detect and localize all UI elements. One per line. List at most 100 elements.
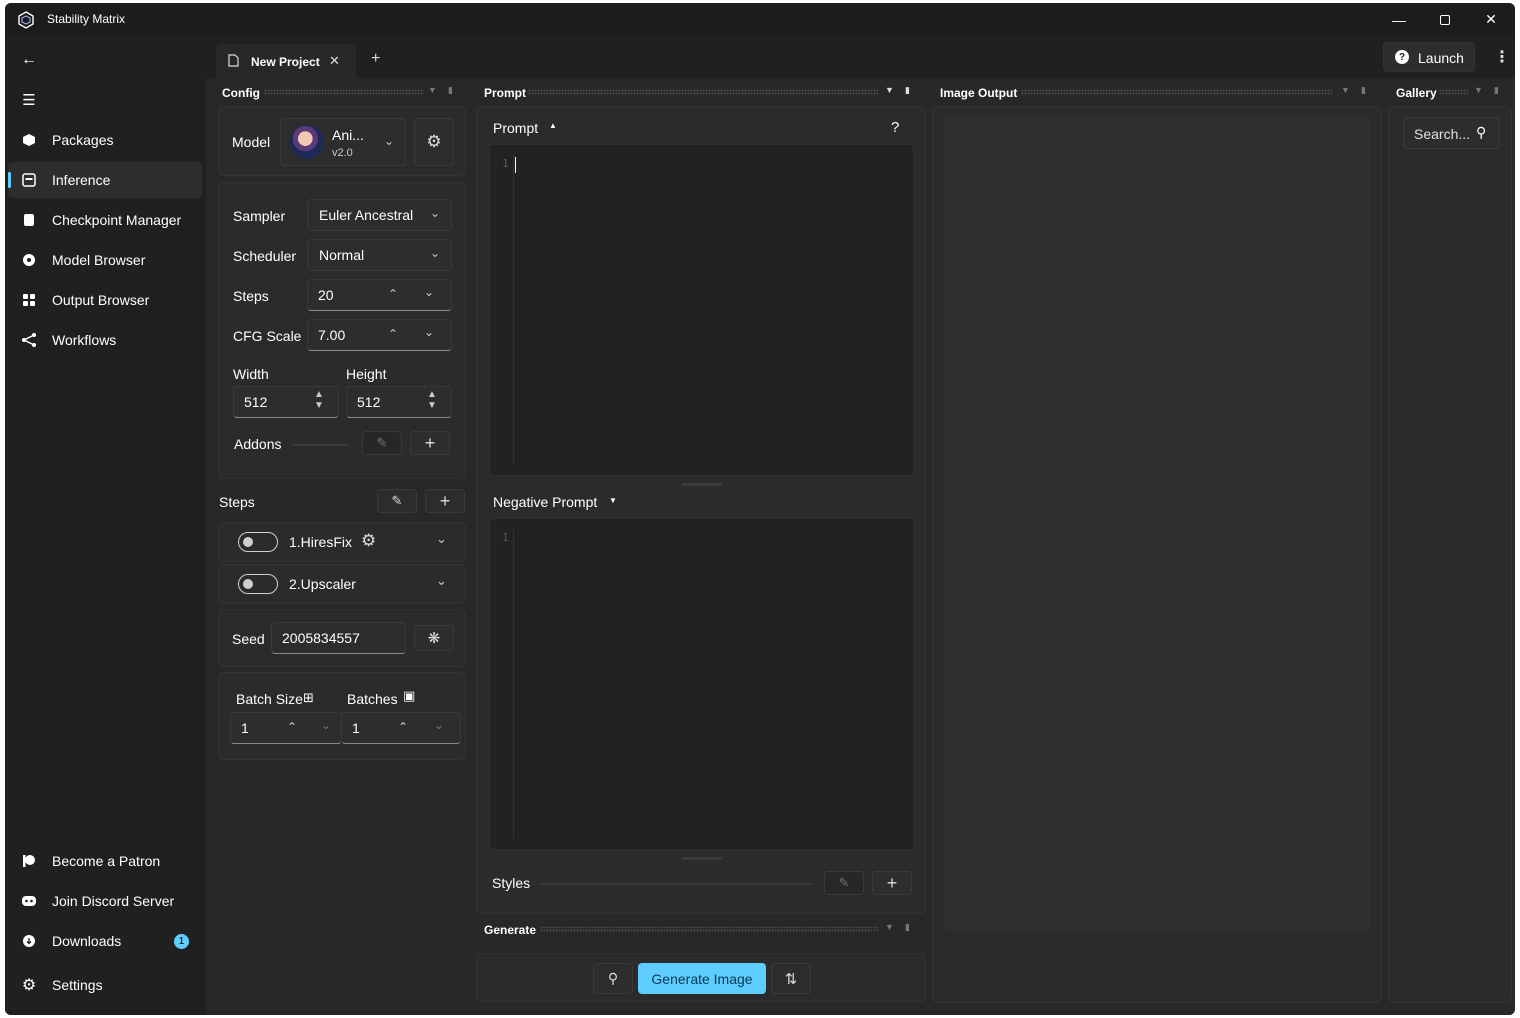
- gear-icon[interactable]: ⚙: [361, 531, 376, 551]
- config-pane-grip[interactable]: [264, 89, 424, 95]
- steps-input[interactable]: 20 ⌃ ⌄: [307, 279, 452, 311]
- width-input[interactable]: 512 ▲ ▼: [233, 386, 339, 418]
- prompt-resize-handle[interactable]: [682, 483, 722, 486]
- generate-image-button[interactable]: Generate Image: [638, 963, 766, 994]
- repeat-icon: ⇅: [784, 970, 798, 988]
- seed-input[interactable]: 2005834557: [271, 622, 406, 654]
- add-tab-button[interactable]: +: [371, 50, 380, 68]
- sidebar-item-label: Settings: [52, 977, 103, 993]
- image-output-pin-icon[interactable]: ▮: [1361, 85, 1366, 96]
- height-value: 512: [357, 394, 381, 410]
- sidebar-item-label: Checkpoint Manager: [52, 212, 182, 228]
- prompt-pane-grip[interactable]: [528, 89, 878, 95]
- prompt-pane-pin-icon[interactable]: ▮: [905, 85, 910, 96]
- gallery-pane-grip[interactable]: [1439, 89, 1469, 95]
- edit-styles-button[interactable]: ✎: [824, 871, 864, 895]
- batch-size-input[interactable]: 1 ⌃ ⌄: [230, 712, 342, 744]
- sidebar-item-settings[interactable]: ⚙ Settings: [8, 967, 202, 1003]
- generate-pane-dropdown-icon[interactable]: ▼: [885, 922, 894, 932]
- batch-size-label: Batch Size: [236, 691, 303, 707]
- add-addon-button[interactable]: +: [410, 431, 450, 455]
- sidebar-item-model-browser[interactable]: Model Browser: [8, 242, 202, 278]
- upscaler-toggle[interactable]: [238, 574, 278, 594]
- edit-steps-button[interactable]: ✎: [377, 489, 417, 513]
- sidebar-item-output-browser[interactable]: Output Browser: [8, 282, 202, 318]
- close-window-button[interactable]: ✕: [1468, 3, 1514, 36]
- increment-icon[interactable]: ⌃: [388, 327, 398, 341]
- scheduler-select[interactable]: Normal ⌄: [307, 239, 452, 271]
- close-tab-icon[interactable]: ✕: [329, 53, 340, 69]
- generate-pane-pin-icon[interactable]: ▮: [905, 922, 910, 933]
- negative-prompt-editor[interactable]: 1: [489, 518, 914, 850]
- decrement-icon[interactable]: ⌄: [321, 718, 331, 732]
- minimize-button[interactable]: —: [1376, 3, 1422, 36]
- model-select[interactable]: Ani... v2.0 ⌄: [280, 118, 406, 166]
- gallery-search-input[interactable]: Search... ⚲: [1403, 117, 1500, 149]
- editor-gutter: [513, 155, 514, 465]
- gear-icon: ⚙: [426, 132, 442, 151]
- sidebar-item-downloads[interactable]: Downloads 1: [8, 923, 202, 959]
- prompt-editor[interactable]: 1: [489, 144, 914, 476]
- model-name: Ani...: [332, 127, 364, 143]
- seed-card: Seed 2005834557 ❋: [218, 609, 466, 667]
- add-step-button[interactable]: +: [425, 489, 465, 513]
- config-pane-pin-icon[interactable]: ▮: [448, 85, 453, 96]
- sidebar-item-patron[interactable]: Become a Patron: [8, 843, 202, 879]
- random-seed-button[interactable]: ❋: [414, 625, 454, 651]
- repeat-generate-button[interactable]: ⇅: [771, 963, 811, 994]
- seed-value: 2005834557: [282, 630, 360, 646]
- maximize-button[interactable]: [1422, 3, 1468, 36]
- sidebar-item-label: Downloads: [52, 933, 122, 949]
- sidebar-item-workflows[interactable]: Workflows: [8, 322, 202, 358]
- increment-icon[interactable]: ⌃: [388, 287, 398, 301]
- cfg-scale-input[interactable]: 7.00 ⌃ ⌄: [307, 319, 452, 351]
- image-output-dropdown-icon[interactable]: ▼: [1341, 85, 1350, 95]
- download-icon: [21, 933, 37, 949]
- caret-down-icon[interactable]: ▼: [609, 496, 617, 505]
- search-icon: ⚲: [1476, 124, 1487, 140]
- sidebar-item-checkpoint-manager[interactable]: Checkpoint Manager: [8, 202, 202, 238]
- decrement-icon[interactable]: ⌄: [424, 285, 434, 299]
- height-input[interactable]: 512 ▲ ▼: [346, 386, 452, 418]
- package-icon: [21, 132, 37, 148]
- increment-icon[interactable]: ⌃: [398, 720, 408, 734]
- decrement-icon[interactable]: ⌄: [434, 718, 444, 732]
- zoom-button[interactable]: ⚲: [593, 963, 633, 994]
- prompt-pane-dropdown-icon[interactable]: ▼: [885, 85, 894, 95]
- config-pane-title: Config: [222, 86, 260, 100]
- increment-icon[interactable]: ⌃: [287, 720, 297, 734]
- pencil-icon: ✎: [376, 435, 388, 450]
- sampler-select[interactable]: Euler Ancestral ⌄: [307, 199, 452, 231]
- add-style-button[interactable]: +: [872, 871, 912, 895]
- caret-up-icon[interactable]: ▲: [549, 121, 557, 130]
- hiresfix-toggle[interactable]: [238, 532, 278, 552]
- spin-icon[interactable]: ▲ ▼: [427, 389, 437, 411]
- gallery-dropdown-icon[interactable]: ▼: [1474, 85, 1483, 95]
- batch-size-value: 1: [241, 720, 249, 736]
- prompt-help-button[interactable]: ?: [891, 119, 899, 136]
- model-settings-button[interactable]: ⚙: [414, 118, 454, 166]
- chevron-down-icon[interactable]: ⌄: [436, 573, 447, 589]
- tab-new-project[interactable]: New Project ✕: [216, 44, 356, 78]
- back-button[interactable]: ←: [8, 42, 202, 78]
- menu-toggle-button[interactable]: ☰: [8, 82, 202, 118]
- checkpoint-icon: [21, 212, 37, 228]
- sidebar-item-inference[interactable]: Inference: [8, 162, 202, 198]
- generate-pane-grip[interactable]: [540, 926, 878, 932]
- decrement-icon[interactable]: ⌄: [424, 325, 434, 339]
- sidebar-item-packages[interactable]: Packages: [8, 122, 202, 158]
- image-output-canvas[interactable]: [945, 117, 1370, 930]
- image-output-pane-grip[interactable]: [1021, 89, 1333, 95]
- config-pane-dropdown-icon[interactable]: ▼: [428, 85, 437, 95]
- launch-button[interactable]: ? Launch: [1383, 42, 1475, 72]
- sidebar-item-label: Join Discord Server: [52, 893, 175, 909]
- chevron-down-icon[interactable]: ⌄: [436, 531, 447, 547]
- sidebar-item-discord[interactable]: Join Discord Server: [8, 883, 202, 919]
- scheduler-value: Normal: [319, 247, 365, 263]
- batches-input[interactable]: 1 ⌃ ⌄: [341, 712, 461, 744]
- edit-addons-button[interactable]: ✎: [362, 431, 402, 455]
- gallery-pin-icon[interactable]: ▮: [1494, 85, 1499, 96]
- more-options-icon[interactable]: ⋮: [1494, 47, 1510, 67]
- negative-prompt-resize-handle[interactable]: [682, 857, 722, 860]
- spin-icon[interactable]: ▲ ▼: [314, 389, 324, 411]
